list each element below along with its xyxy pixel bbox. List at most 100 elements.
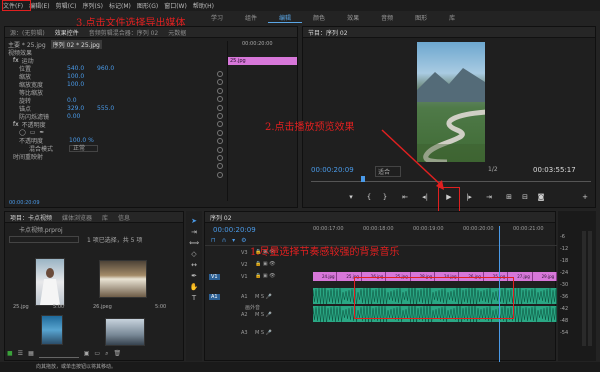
tab-project[interactable]: 项目：卡点视频 [5, 213, 57, 222]
tab-metadata[interactable]: 元数据 [163, 28, 191, 37]
tab-media-browser[interactable]: 媒体浏览器 [57, 213, 97, 222]
add-marker-icon[interactable]: ▾ [345, 193, 357, 201]
thumb-25[interactable] [35, 258, 65, 306]
track-controls-icon[interactable]: 🔒 ▣ 👁 [255, 261, 275, 267]
resolution-select[interactable]: 1/2 [488, 166, 498, 173]
menu-help[interactable]: 帮助(H) [190, 1, 217, 10]
reset-keyframe-icon[interactable] [217, 71, 223, 77]
tab-effect-controls[interactable]: 效果控件 [50, 28, 84, 37]
audio-track-controls-icon[interactable]: M S 🎤 [255, 330, 272, 336]
razor-tool-icon[interactable]: ◇ [191, 250, 196, 258]
ws-effects[interactable]: 效果 [336, 13, 370, 22]
settings-icon[interactable]: ⚙ [241, 237, 246, 244]
lock-icon[interactable]: ■ [7, 350, 13, 358]
tab-sequence[interactable]: 序列 02 [205, 213, 237, 222]
menu-clip[interactable]: 剪辑(C) [53, 1, 80, 10]
menu-sequence[interactable]: 序列(S) [80, 1, 107, 10]
reset-keyframe-icon[interactable] [217, 155, 223, 161]
ws-graphics[interactable]: 图形 [404, 13, 438, 22]
extract-icon[interactable]: ⊟ [519, 193, 531, 201]
reset-keyframe-icon[interactable] [217, 129, 223, 136]
fx-prop-value-1[interactable]: 329.0 [67, 105, 97, 112]
reset-keyframe-icon[interactable] [217, 87, 223, 94]
go-to-in-icon[interactable]: ⇤ [399, 193, 411, 201]
icon-view-icon[interactable]: ▦ [28, 350, 34, 358]
type-tool-icon[interactable]: T [192, 294, 196, 302]
video-clip[interactable]: 24.jpg [313, 272, 338, 281]
rect-mask-icon[interactable]: ▭ [30, 129, 36, 136]
export-frame-icon[interactable]: ◙ [535, 193, 547, 201]
slip-tool-icon[interactable]: ↔ [191, 261, 197, 269]
reset-keyframe-icon[interactable] [217, 104, 223, 111]
ws-libraries[interactable]: 库 [438, 13, 466, 22]
reset-keyframe-icon[interactable] [217, 113, 223, 119]
fx-prop-value-1[interactable]: 100.0 [67, 73, 97, 80]
opacity-value[interactable]: 100.0 % [69, 137, 94, 144]
new-item-icon[interactable]: ▣ [84, 350, 90, 358]
fx-prop-value-2[interactable]: 960.0 [97, 65, 114, 72]
track-controls-icon[interactable]: 🔒 ▣ 👁 [255, 273, 275, 279]
go-to-out-icon[interactable]: ⇥ [483, 193, 495, 201]
source-v1-patch[interactable]: V1 [209, 274, 220, 280]
reset-keyframe-icon[interactable] [217, 163, 223, 170]
fx-opacity[interactable]: 不透明度 [22, 120, 46, 129]
step-back-icon[interactable]: ◂| [419, 193, 431, 201]
fx-clip-bar[interactable]: 25.jpg [228, 57, 297, 65]
linked-icon[interactable]: ∩ [222, 237, 226, 244]
tab-info[interactable]: 信息 [113, 213, 135, 222]
fx-prop-value-1[interactable]: 0.0 [67, 97, 97, 104]
tab-source[interactable]: 源：(无剪辑) [5, 28, 50, 37]
ws-audio[interactable]: 音频 [370, 13, 404, 22]
audio-track-label[interactable]: A2 [241, 312, 248, 318]
thumb-26[interactable] [99, 260, 147, 298]
fx-prop-value-1[interactable]: 0.00 [67, 113, 97, 120]
fx-timecode[interactable]: 00:00:20:09 [9, 200, 40, 206]
ripple-edit-icon[interactable]: ⟺ [189, 239, 199, 247]
reset-keyframe-icon[interactable] [217, 138, 223, 145]
video-track-label[interactable]: V3 [241, 250, 248, 256]
mark-out-icon[interactable]: } [379, 193, 391, 201]
blend-select[interactable]: 正常 [69, 144, 99, 152]
lift-icon[interactable]: ⊞ [503, 193, 515, 201]
menu-window[interactable]: 窗口(W) [161, 1, 190, 10]
program-timecode[interactable]: 00:00:20:09 [311, 166, 354, 174]
mark-in-icon[interactable]: { [363, 193, 375, 201]
ws-editing[interactable]: 编辑 [268, 13, 303, 23]
hand-tool-icon[interactable]: ✋ [190, 283, 199, 291]
step-forward-icon[interactable]: |▸ [463, 193, 475, 201]
ws-learn[interactable]: 学习 [200, 13, 234, 22]
audio-track-controls-icon[interactable]: M S 🎤 [255, 312, 272, 318]
timeline-ruler[interactable]: 00:00:17:00 00:00:18:00 00:00:19:00 00:00:2… [313, 226, 557, 244]
video-track-label[interactable]: V1 [241, 274, 248, 280]
ellipse-mask-icon[interactable]: ◯ [19, 129, 26, 136]
reset-keyframe-icon[interactable] [217, 96, 223, 103]
add-button-icon[interactable]: + [579, 193, 591, 201]
clip-sequence[interactable]: 序列 02 * 25.jpg [50, 39, 102, 49]
reset-keyframe-icon[interactable] [217, 146, 223, 153]
timeline-timecode[interactable]: 00:00:20:09 [213, 226, 256, 234]
fx-prop-value-1[interactable]: 100.0 [67, 81, 97, 88]
audio-track-controls-icon[interactable]: M S 🎤 [255, 294, 272, 300]
track-select-icon[interactable]: ⇥ [191, 228, 197, 236]
reset-keyframe-icon[interactable] [217, 171, 223, 178]
fx-prop-value-1[interactable]: 540.0 [67, 65, 97, 72]
fx-prop-value-2[interactable]: 555.0 [97, 105, 114, 112]
reset-keyframe-icon[interactable] [217, 79, 223, 86]
tab-audio-mixer[interactable]: 音频剪辑混合器：序列 02 [84, 28, 164, 37]
program-title[interactable]: 节目：序列 02 [303, 28, 353, 37]
ws-assembly[interactable]: 组件 [234, 13, 268, 22]
audio-track-label[interactable]: A1 [241, 294, 248, 300]
playhead-icon[interactable] [361, 176, 365, 182]
tab-libraries[interactable]: 库 [97, 213, 113, 222]
audio-track-label[interactable]: A3 [241, 330, 248, 336]
pen-mask-icon[interactable]: ✒ [39, 129, 44, 136]
video-track-label[interactable]: V2 [241, 262, 248, 268]
menu-marker[interactable]: 标记(M) [106, 1, 134, 10]
ws-color[interactable]: 颜色 [302, 13, 336, 22]
list-view-icon[interactable]: ☰ [18, 350, 23, 358]
zoom-slider[interactable] [38, 353, 79, 358]
search-icon[interactable]: ⌕ [105, 350, 108, 358]
menu-graphics[interactable]: 图形(G) [134, 1, 161, 10]
video-clip[interactable]: 29.jpg [532, 272, 557, 281]
snap-icon[interactable]: ⊓ [211, 237, 216, 244]
